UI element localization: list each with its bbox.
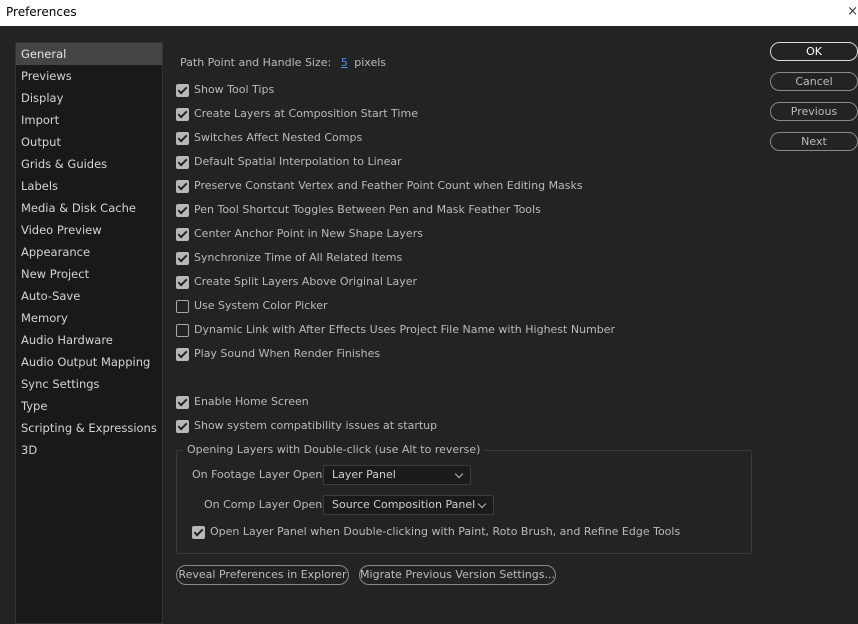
select-value: Source Composition Panel bbox=[332, 498, 476, 511]
ok-button[interactable]: OK bbox=[770, 42, 858, 61]
option-label: Center Anchor Point in New Shape Layers bbox=[194, 227, 423, 240]
sidebar-item-import[interactable]: Import bbox=[16, 109, 162, 131]
sidebar-item-general[interactable]: General bbox=[16, 43, 162, 65]
comp-layer-opens-label: On Comp Layer Opens: bbox=[204, 498, 332, 511]
option-label: Enable Home Screen bbox=[194, 395, 309, 408]
checkbox[interactable] bbox=[192, 525, 205, 539]
option-preserve-vertex-count[interactable]: Preserve Constant Vertex and Feather Poi… bbox=[176, 177, 583, 195]
option-label: Create Layers at Composition Start Time bbox=[194, 107, 418, 120]
path-point-size-row: Path Point and Handle Size: 5 pixels bbox=[180, 54, 386, 72]
window-titlebar: Preferences × bbox=[0, 0, 858, 26]
option-synchronize-time[interactable]: Synchronize Time of All Related Items bbox=[176, 249, 402, 267]
reveal-preferences-button[interactable]: Reveal Preferences in Explorer bbox=[176, 565, 349, 585]
option-play-sound-render[interactable]: Play Sound When Render Finishes bbox=[176, 345, 380, 363]
window-title: Preferences bbox=[6, 5, 77, 19]
group-title: Opening Layers with Double-click (use Al… bbox=[183, 443, 485, 457]
checkbox[interactable] bbox=[176, 203, 189, 217]
sidebar-item-auto-save[interactable]: Auto-Save bbox=[16, 285, 162, 307]
option-center-anchor-point[interactable]: Center Anchor Point in New Shape Layers bbox=[176, 225, 423, 243]
sidebar-item-video-preview[interactable]: Video Preview bbox=[16, 219, 162, 241]
sidebar-item-3d[interactable]: 3D bbox=[16, 439, 162, 461]
previous-button[interactable]: Previous bbox=[770, 102, 858, 121]
select-value: Layer Panel bbox=[332, 468, 396, 481]
sidebar-item-type[interactable]: Type bbox=[16, 395, 162, 417]
checkbox[interactable] bbox=[176, 275, 189, 289]
option-show-tool-tips[interactable]: Show Tool Tips bbox=[176, 81, 274, 99]
close-icon[interactable]: × bbox=[846, 0, 858, 24]
option-label: Synchronize Time of All Related Items bbox=[194, 251, 403, 264]
footage-layer-opens-label: On Footage Layer Opens: bbox=[192, 468, 332, 481]
option-linear-interpolation[interactable]: Default Spatial Interpolation to Linear bbox=[176, 153, 402, 171]
option-dynamic-link-file-name[interactable]: Dynamic Link with After Effects Uses Pro… bbox=[176, 321, 615, 339]
option-label: Dynamic Link with After Effects Uses Pro… bbox=[194, 323, 616, 336]
option-system-color-picker[interactable]: Use System Color Picker bbox=[176, 297, 328, 315]
option-label: Pen Tool Shortcut Toggles Between Pen an… bbox=[194, 203, 541, 216]
sidebar-item-media-disk-cache[interactable]: Media & Disk Cache bbox=[16, 197, 162, 219]
checkbox[interactable] bbox=[176, 83, 189, 97]
checkbox[interactable] bbox=[176, 227, 189, 241]
option-label: Preserve Constant Vertex and Feather Poi… bbox=[194, 179, 583, 192]
comp-layer-opens-select[interactable]: Source Composition Panel bbox=[323, 495, 494, 515]
option-label: Use System Color Picker bbox=[194, 299, 328, 312]
option-pen-tool-shortcut[interactable]: Pen Tool Shortcut Toggles Between Pen an… bbox=[176, 201, 541, 219]
option-compatibility-issues[interactable]: Show system compatibility issues at star… bbox=[176, 417, 437, 435]
option-switches-nested-comps[interactable]: Switches Affect Nested Comps bbox=[176, 129, 362, 147]
option-split-layers-above[interactable]: Create Split Layers Above Original Layer bbox=[176, 273, 417, 291]
sidebar-item-display[interactable]: Display bbox=[16, 87, 162, 109]
sidebar-item-previews[interactable]: Previews bbox=[16, 65, 162, 87]
sidebar-item-output[interactable]: Output bbox=[16, 131, 162, 153]
path-point-size-unit: pixels bbox=[354, 56, 386, 69]
sidebar-item-appearance[interactable]: Appearance bbox=[16, 241, 162, 263]
option-create-layers-at-start[interactable]: Create Layers at Composition Start Time bbox=[176, 105, 418, 123]
checkbox[interactable] bbox=[176, 179, 189, 193]
sidebar-item-labels[interactable]: Labels bbox=[16, 175, 162, 197]
checkbox[interactable] bbox=[176, 347, 189, 361]
checkbox[interactable] bbox=[176, 395, 189, 409]
cancel-button[interactable]: Cancel bbox=[770, 72, 858, 91]
path-point-size-label: Path Point and Handle Size: bbox=[180, 56, 332, 69]
checkbox[interactable] bbox=[176, 299, 189, 313]
checkbox[interactable] bbox=[176, 155, 189, 169]
next-button[interactable]: Next bbox=[770, 132, 858, 151]
option-label: Show system compatibility issues at star… bbox=[194, 419, 438, 432]
checkbox[interactable] bbox=[176, 131, 189, 145]
footage-layer-opens-select[interactable]: Layer Panel bbox=[323, 465, 471, 485]
sidebar-item-sync-settings[interactable]: Sync Settings bbox=[16, 373, 162, 395]
option-label: Show Tool Tips bbox=[194, 83, 275, 96]
sidebar-item-memory[interactable]: Memory bbox=[16, 307, 162, 329]
option-label: Default Spatial Interpolation to Linear bbox=[194, 155, 402, 168]
checkbox[interactable] bbox=[176, 419, 189, 433]
option-label: Play Sound When Render Finishes bbox=[194, 347, 381, 360]
double-click-group: Opening Layers with Double-click (use Al… bbox=[176, 443, 752, 554]
sidebar-item-grids-guides[interactable]: Grids & Guides bbox=[16, 153, 162, 175]
sidebar-item-scripting-expressions[interactable]: Scripting & Expressions bbox=[16, 417, 162, 439]
chevron-down-icon bbox=[477, 499, 487, 509]
checkbox[interactable] bbox=[176, 251, 189, 265]
chevron-down-icon bbox=[454, 469, 464, 479]
checkbox[interactable] bbox=[176, 107, 189, 121]
preferences-category-list: General Previews Display Import Output G… bbox=[15, 42, 163, 624]
migrate-settings-button[interactable]: Migrate Previous Version Settings... bbox=[359, 565, 556, 585]
sidebar-item-audio-hardware[interactable]: Audio Hardware bbox=[16, 329, 162, 351]
path-point-size-value[interactable]: 5 bbox=[341, 56, 348, 69]
sidebar-item-audio-output-mapping[interactable]: Audio Output Mapping bbox=[16, 351, 162, 373]
option-enable-home-screen[interactable]: Enable Home Screen bbox=[176, 393, 309, 411]
checkbox[interactable] bbox=[176, 323, 189, 337]
option-label: Create Split Layers Above Original Layer bbox=[194, 275, 418, 288]
option-label: Switches Affect Nested Comps bbox=[194, 131, 363, 144]
option-open-layer-panel[interactable]: Open Layer Panel when Double-clicking wi… bbox=[192, 523, 680, 541]
sidebar-item-new-project[interactable]: New Project bbox=[16, 263, 162, 285]
option-label: Open Layer Panel when Double-clicking wi… bbox=[210, 525, 681, 538]
